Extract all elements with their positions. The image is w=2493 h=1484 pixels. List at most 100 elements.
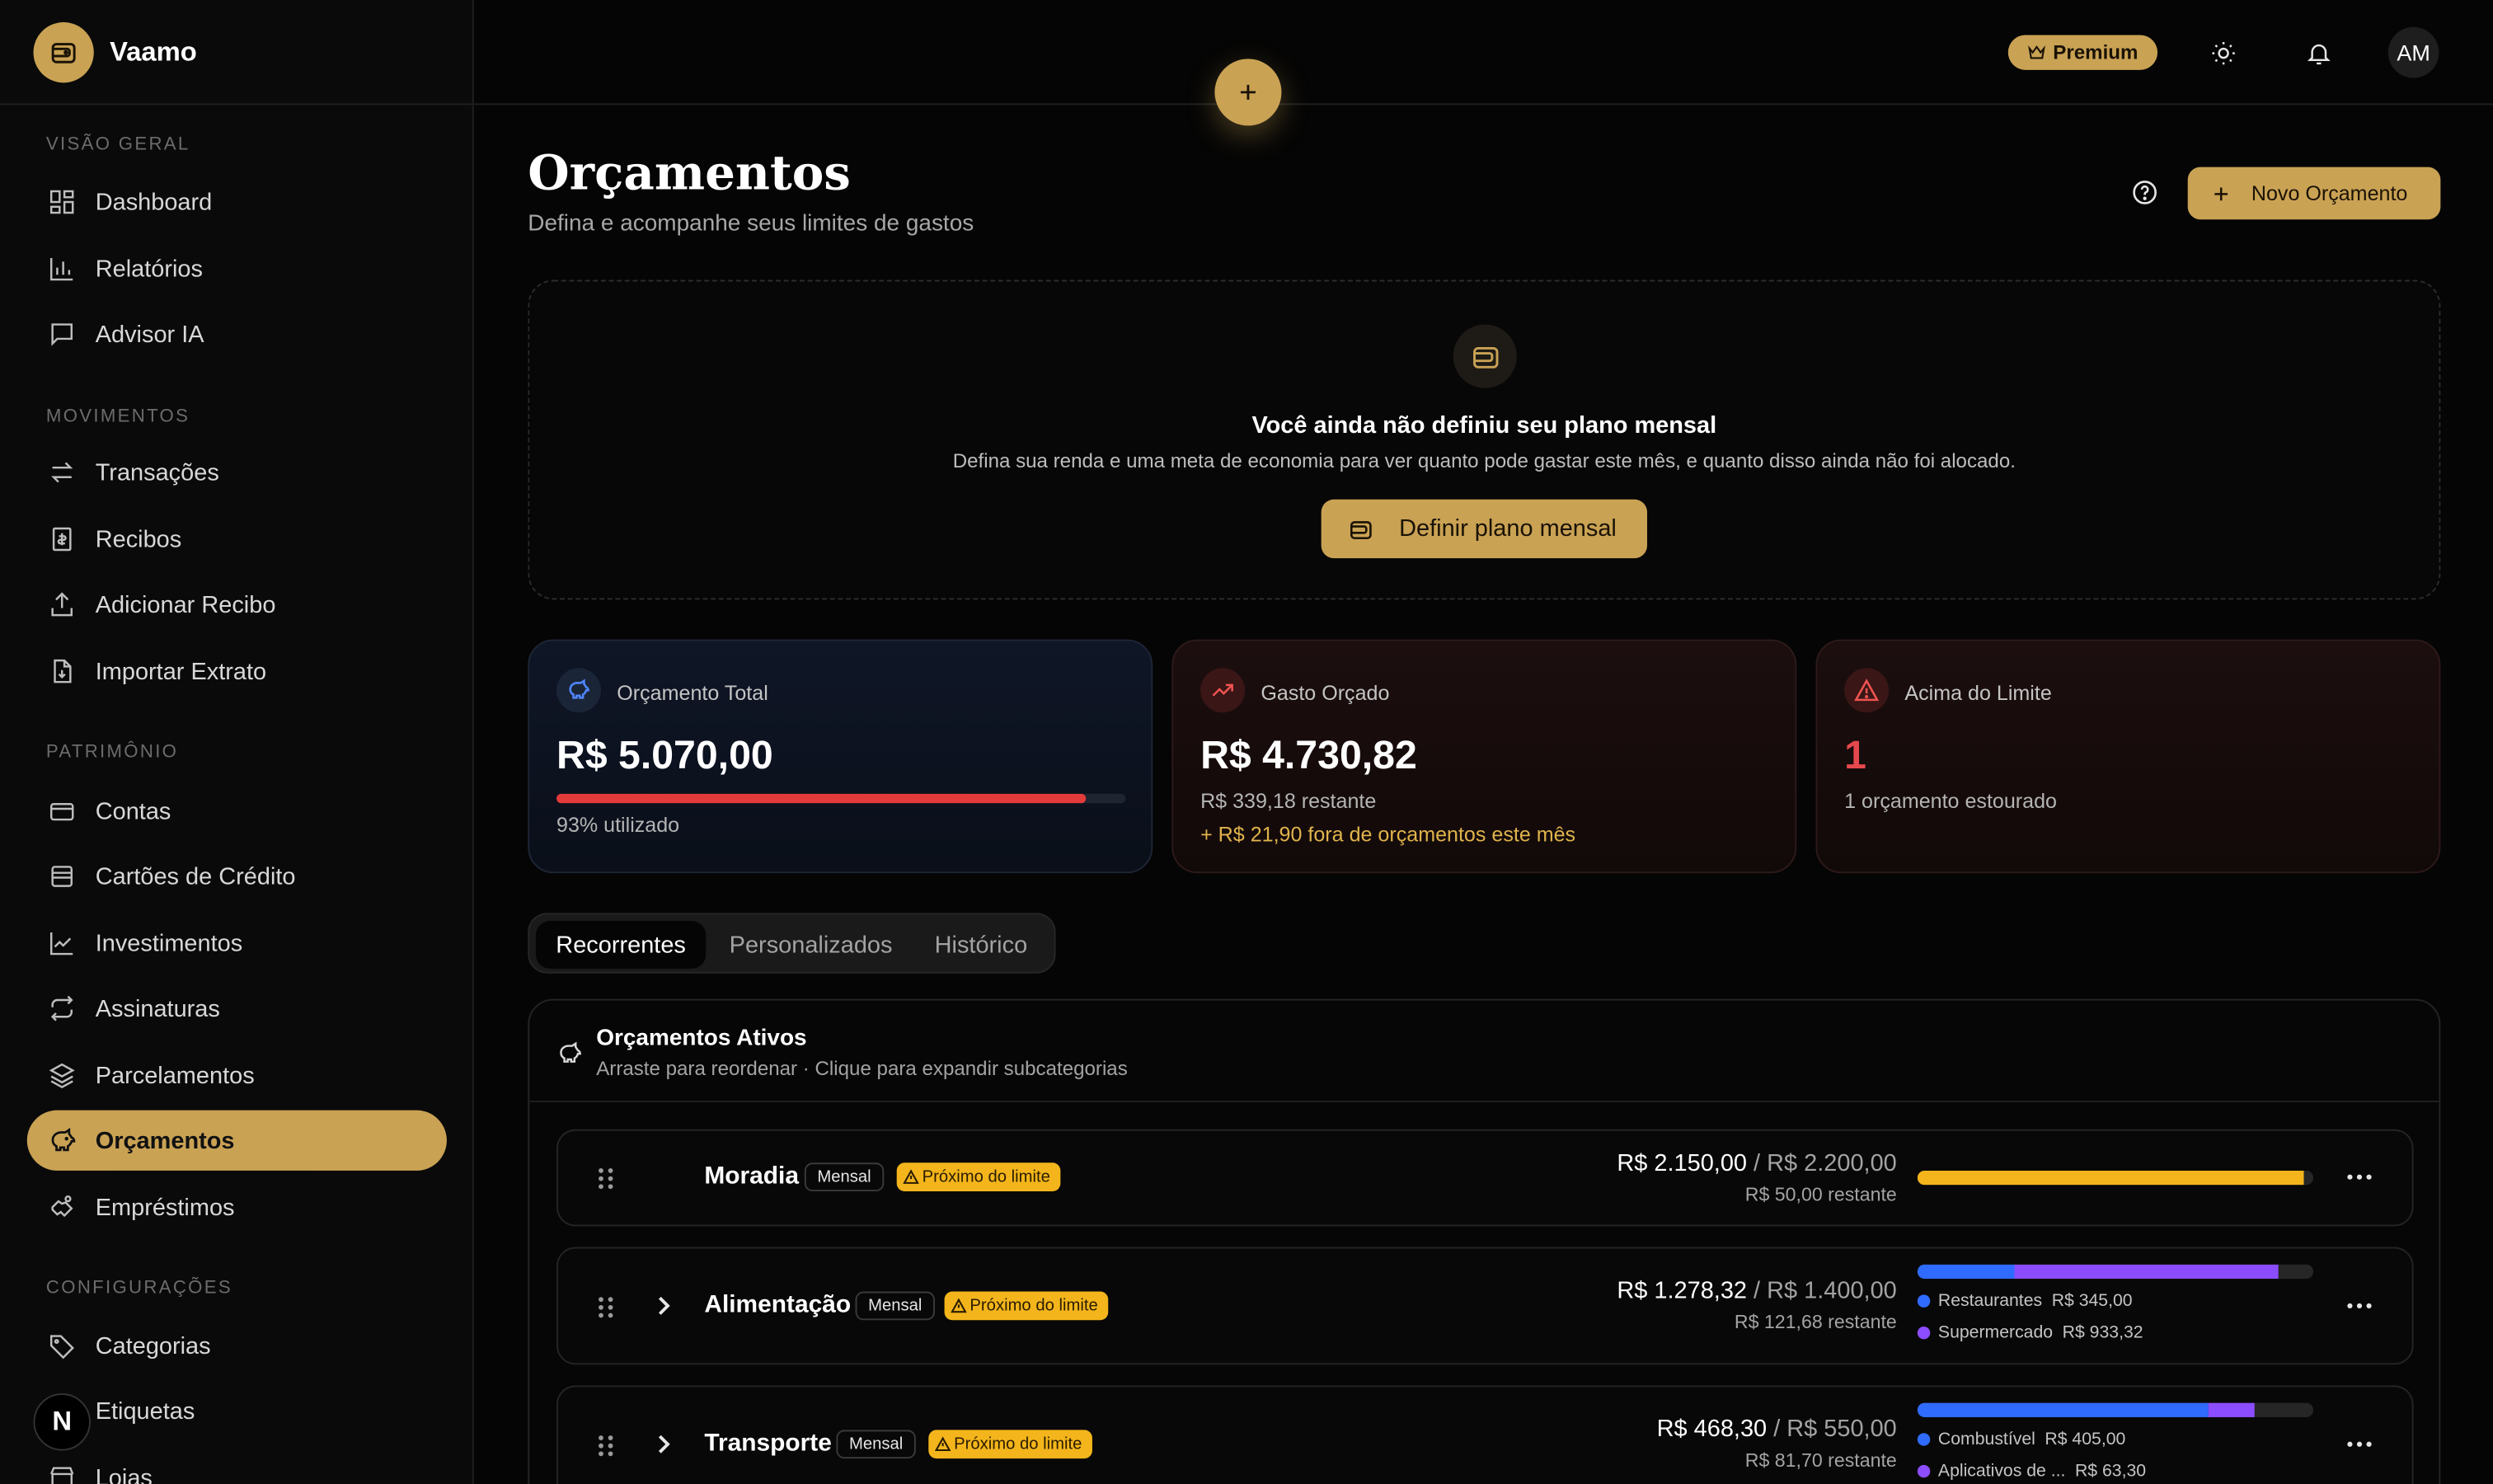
alert-triangle-icon [903,1169,919,1185]
sidebar-item-label: Adicionar Recibo [95,590,276,618]
budget-amount: R$ 2.150,00 / R$ 2.200,00 [1617,1150,1896,1177]
new-budget-button[interactable]: Novo Orçamento [2187,167,2441,220]
sidebar-item-label: Parcelamentos [95,1061,255,1089]
legend-name: Combustível [1937,1430,2035,1449]
progress-segment [1917,1402,2209,1417]
list-title: Orçamentos Ativos [596,1026,807,1052]
sidebar-item-receipts[interactable]: Recibos [27,509,447,569]
outside-budget-text: + R$ 21,90 fora de orçamentos este mês [1200,822,1576,847]
define-plan-label: Definir plano mensal [1399,515,1617,542]
more-options-icon[interactable] [2347,1303,2373,1309]
piggy-bank-icon [556,668,601,713]
sidebar-item-label: Dashboard [95,188,213,216]
wallet-logo-icon[interactable] [33,22,94,83]
budget-row-moradia[interactable]: Moradia Mensal Próximo do limite R$ 2.15… [556,1129,2414,1227]
budget-usage-bar [556,793,1126,804]
credit-card-icon [46,861,78,893]
alert-triangle-icon [1844,668,1890,713]
sidebar-item-label: Importar Extrato [95,657,267,685]
sidebar: Vaamo Visão geral Dashboard Relatórios A… [0,0,474,1484]
sidebar-item-label: Investimentos [95,929,243,957]
help-icon[interactable] [2129,176,2161,209]
chevron-right-icon[interactable] [655,1294,671,1317]
status-badge: Próximo do limite [944,1291,1108,1321]
sidebar-item-label: Relatórios [95,255,203,283]
trending-up-icon [1200,668,1246,713]
sidebar-item-label: Advisor IA [95,320,204,348]
stat-value: R$ 5.070,00 [556,733,773,778]
sidebar-item-reports[interactable]: Relatórios [27,238,447,298]
sidebar-item-advisor[interactable]: Advisor IA [27,303,447,364]
stat-spent-budget: Gasto Orçado R$ 4.730,82 R$ 339,18 resta… [1171,639,1797,874]
section-label-overview: Visão geral [45,134,190,155]
limit-amount: / R$ 550,00 [1773,1416,1897,1443]
list-subtitle: Arraste para reordenar · Clique para exp… [596,1057,1128,1080]
dashboard-icon [46,186,78,218]
bell-icon[interactable] [2301,35,2336,69]
progress-segment [1917,1264,2015,1280]
sidebar-item-import-statement[interactable]: Importar Extrato [27,641,447,701]
budget-row-transporte[interactable]: Transporte Mensal Próximo do limite R$ 4… [556,1385,2414,1484]
layers-icon [46,1059,78,1092]
sidebar-item-installments[interactable]: Parcelamentos [27,1045,447,1106]
legend-dot [1917,1294,1931,1308]
tab-custom[interactable]: Personalizados [711,921,911,969]
premium-badge[interactable]: Premium [2007,35,2158,70]
define-plan-button[interactable]: Definir plano mensal [1321,499,1647,559]
more-options-icon[interactable] [2347,1441,2373,1448]
legend-dot [1917,1327,1931,1340]
legend-value: R$ 63,30 [2074,1461,2147,1482]
drag-handle-icon[interactable] [596,1433,615,1458]
stat-value: 1 [1844,733,1866,778]
limit-amount: / R$ 1.400,00 [1754,1277,1897,1304]
sidebar-item-label: Contas [95,797,171,825]
budget-row-alimentacao[interactable]: Alimentação Mensal Próximo do limite R$ … [556,1247,2414,1365]
store-icon [46,1462,78,1484]
budget-progress-bar [1917,1402,2314,1417]
plus-icon [1240,84,1256,100]
usage-text: 93% utilizado [556,812,680,837]
page-title: Orçamentos [528,146,851,203]
avatar[interactable]: AM [2387,26,2439,78]
dev-tools-badge[interactable]: N [33,1393,91,1451]
upload-icon [46,589,78,621]
legend-name: Aplicativos de ... [1937,1461,2066,1482]
drag-handle-icon[interactable] [596,1294,615,1320]
sidebar-item-categories[interactable]: Categorias [27,1315,447,1375]
tab-history[interactable]: Histórico [916,921,1046,969]
legend-item: Aplicativos de ... R$ 63,30 [1917,1461,2147,1482]
legend-item: Restaurantes R$ 345,00 [1917,1292,2133,1311]
sidebar-item-stores[interactable]: Lojas [27,1448,447,1484]
sidebar-item-subscriptions[interactable]: Assinaturas [27,978,447,1038]
sidebar-item-label: Empréstimos [95,1193,235,1221]
drag-handle-icon[interactable] [596,1166,615,1191]
period-chip: Mensal [855,1291,935,1321]
legend-value: R$ 405,00 [2045,1430,2126,1449]
quick-add-button[interactable] [1214,59,1282,126]
topbar: Premium AM [473,0,2493,106]
budget-name: Alimentação [704,1291,852,1319]
sidebar-item-label: Categorias [95,1331,211,1360]
tab-recurring[interactable]: Recorrentes [535,921,707,969]
wallet-icon [1453,324,1517,388]
brand-name[interactable]: Vaamo [110,36,197,68]
sidebar-item-add-receipt[interactable]: Adicionar Recibo [27,574,447,634]
sidebar-item-transactions[interactable]: Transações [27,442,447,502]
status-text: Próximo do limite [970,1296,1098,1316]
more-options-icon[interactable] [2347,1174,2373,1181]
sidebar-item-label: Lojas [95,1463,153,1484]
sidebar-item-investments[interactable]: Investimentos [27,913,447,973]
file-import-icon [46,655,78,688]
sidebar-item-labels[interactable]: Etiquetas [27,1381,447,1441]
sidebar-item-budgets[interactable]: Orçamentos [26,1110,447,1171]
card-icon [46,796,78,828]
chevron-right-icon[interactable] [655,1433,671,1455]
sidebar-item-loans[interactable]: Empréstimos [27,1177,447,1237]
spent-amount: R$ 2.150,00 [1617,1149,1748,1177]
budget-amount: R$ 1.278,32 / R$ 1.400,00 [1617,1277,1896,1304]
sidebar-item-accounts[interactable]: Contas [27,781,447,841]
sidebar-item-dashboard[interactable]: Dashboard [27,171,447,232]
theme-toggle-sun-icon[interactable] [2205,35,2240,69]
remaining-text: R$ 339,18 restante [1200,788,1377,813]
sidebar-item-credit-cards[interactable]: Cartões de Crédito [27,846,447,906]
